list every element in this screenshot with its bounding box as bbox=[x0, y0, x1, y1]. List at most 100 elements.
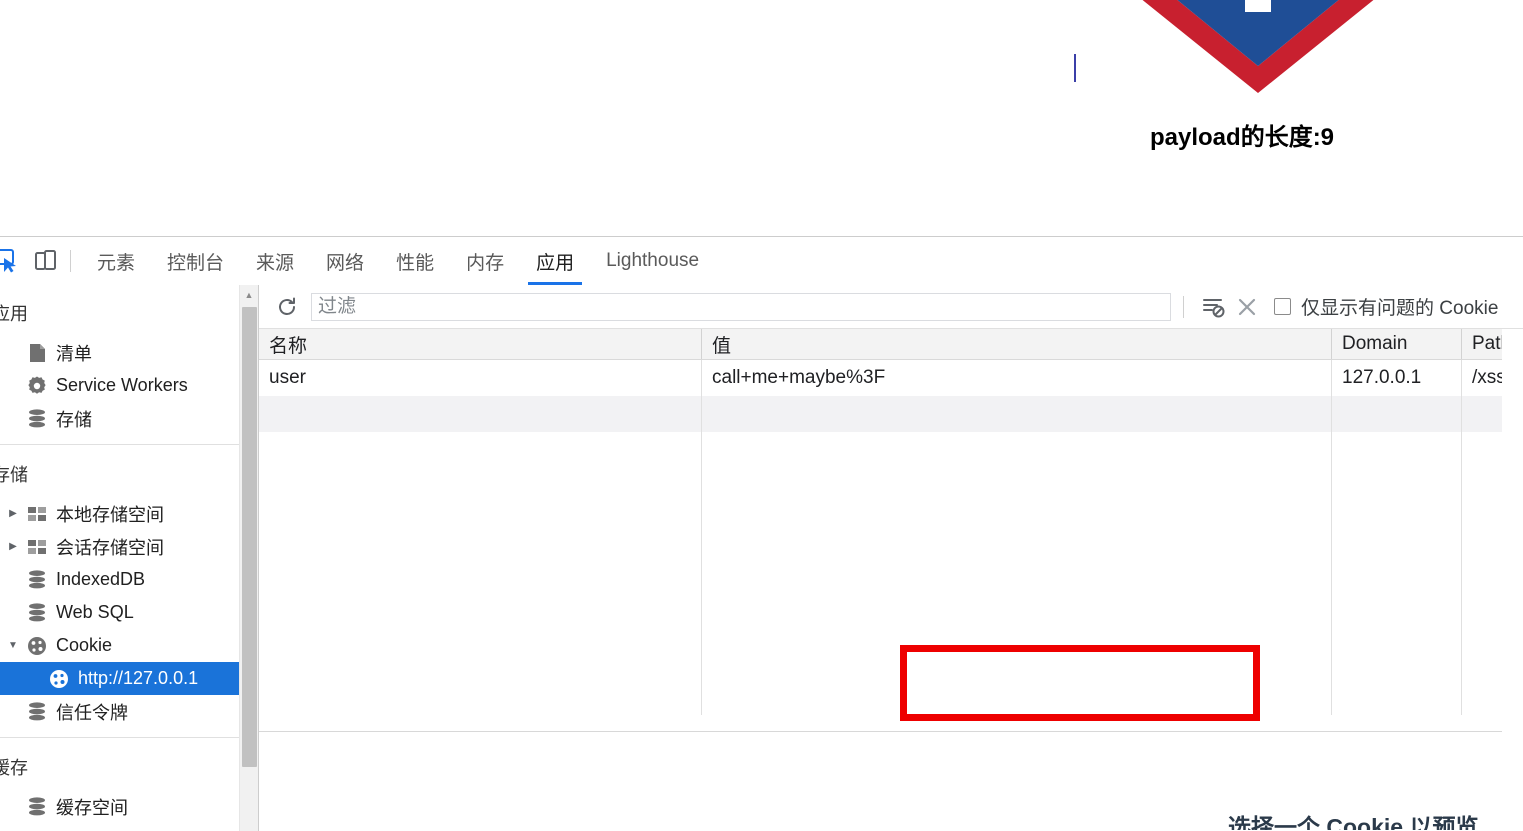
column-header-domain[interactable]: Domain bbox=[1332, 329, 1462, 359]
tab-label: 网络 bbox=[326, 252, 365, 274]
sidebar-item-cookie-origin[interactable]: http://127.0.0.1 bbox=[0, 662, 258, 695]
tab-label: 内存 bbox=[466, 252, 505, 274]
sidebar-group-application: 应用 清单 Service Workers 存储 bbox=[0, 296, 258, 444]
only-show-issues-checkbox[interactable]: 仅显示有问题的 Cookie bbox=[1274, 293, 1498, 320]
tab-memory[interactable]: 内存 bbox=[450, 238, 520, 285]
tab-network[interactable]: 网络 bbox=[310, 238, 380, 285]
cookies-panel: 仅显示有问题的 Cookie 名称 值 Domain Path user cal… bbox=[259, 285, 1523, 831]
column-header-name[interactable]: 名称 bbox=[259, 329, 702, 359]
sidebar-item-label: IndexedDB bbox=[56, 569, 146, 589]
sidebar-item-indexeddb[interactable]: IndexedDB bbox=[0, 563, 258, 596]
tab-sources[interactable]: 来源 bbox=[240, 238, 310, 285]
application-sidebar: 应用 清单 Service Workers 存储 存储 ▶ 本地存储空间 ▶ 会… bbox=[0, 285, 258, 831]
sidebar-item-label: 信任令牌 bbox=[56, 702, 128, 723]
cookie-icon bbox=[22, 636, 52, 656]
sidebar-item-web-sql[interactable]: Web SQL bbox=[0, 596, 258, 629]
tab-elements[interactable]: 元素 bbox=[81, 238, 151, 285]
sidebar-item-cookie[interactable]: ▼ Cookie bbox=[0, 629, 258, 662]
sidebar-section-title-application: 应用 bbox=[0, 304, 28, 324]
tab-application[interactable]: 应用 bbox=[520, 238, 590, 285]
sidebar-item-trust-tokens[interactable]: 信任令牌 bbox=[0, 695, 258, 728]
gear-icon bbox=[22, 376, 52, 396]
sidebar-item-session-storage[interactable]: ▶ 会话存储空间 bbox=[0, 530, 258, 563]
sidebar-item-label: http://127.0.0.1 bbox=[78, 668, 199, 688]
tab-console[interactable]: 控制台 bbox=[151, 238, 240, 285]
tab-label: 应用 bbox=[536, 252, 575, 274]
chevron-right-icon[interactable]: ▶ bbox=[4, 508, 22, 519]
sidebar-item-label: Service Workers bbox=[56, 375, 188, 395]
toolbar-divider bbox=[1183, 295, 1184, 318]
sidebar-item-label: 会话存储空间 bbox=[56, 537, 164, 558]
table-empty-row[interactable] bbox=[259, 396, 1502, 432]
sidebar-item-label: 清单 bbox=[56, 343, 92, 364]
device-toolbar-icon[interactable] bbox=[26, 242, 64, 280]
checkbox-box[interactable] bbox=[1274, 298, 1291, 315]
cell-empty bbox=[259, 396, 702, 432]
sidebar-item-label: 存储 bbox=[56, 409, 92, 430]
database-icon bbox=[22, 570, 52, 589]
sidebar-item-label: 本地存储空间 bbox=[56, 504, 164, 525]
devtools-body: 应用 清单 Service Workers 存储 存储 ▶ 本地存储空间 ▶ 会… bbox=[0, 285, 1523, 831]
cookies-toolbar: 仅显示有问题的 Cookie bbox=[259, 285, 1523, 329]
sidebar-item-local-storage[interactable]: ▶ 本地存储空间 bbox=[0, 497, 258, 530]
database-icon bbox=[22, 603, 52, 622]
sidebar-item-service-workers[interactable]: Service Workers bbox=[0, 369, 258, 402]
checkbox-label: 仅显示有问题的 Cookie bbox=[1301, 298, 1499, 319]
sidebar-item-label: Cookie bbox=[56, 635, 113, 655]
filter-input[interactable] bbox=[311, 292, 1171, 321]
tab-label: 性能 bbox=[396, 252, 435, 274]
sidebar-item-cache-storage[interactable]: 缓存空间 bbox=[0, 790, 258, 823]
cell-name[interactable]: user bbox=[259, 360, 702, 396]
shield-badge-logo bbox=[1072, 0, 1444, 93]
database-icon bbox=[22, 702, 52, 721]
cell-domain[interactable]: 127.0.0.1 bbox=[1332, 360, 1462, 396]
tab-lighthouse[interactable]: Lighthouse bbox=[590, 238, 715, 285]
sidebar-group-storage: 存储 ▶ 本地存储空间 ▶ 会话存储空间 IndexedDB Web SQL ▼… bbox=[0, 444, 258, 737]
chevron-right-icon[interactable]: ▶ bbox=[4, 541, 22, 552]
cookie-preview-caption: 选择一个 Cookie 以预览 bbox=[1228, 814, 1479, 830]
sidebar-section-title-cache: 缓存 bbox=[0, 758, 28, 778]
sidebar-item-label: Web SQL bbox=[56, 602, 134, 622]
column-header-path[interactable]: Path bbox=[1462, 329, 1502, 359]
scroll-up-arrow-icon[interactable]: ▲ bbox=[240, 285, 258, 304]
table-grid-icon bbox=[22, 506, 52, 522]
table-grid-icon bbox=[22, 539, 52, 555]
cell-path[interactable]: /xss bbox=[1462, 360, 1502, 396]
database-icon bbox=[22, 797, 52, 816]
text-cursor-caret bbox=[1074, 54, 1076, 82]
cell-value[interactable]: call+me+maybe%3F bbox=[702, 360, 1332, 396]
database-icon bbox=[22, 409, 52, 428]
tab-performance[interactable]: 性能 bbox=[380, 238, 450, 285]
sidebar-item-label: 缓存空间 bbox=[56, 797, 128, 818]
clear-filtered-cookies-icon[interactable] bbox=[1196, 292, 1230, 322]
cell-empty bbox=[702, 396, 1332, 432]
table-bottom-divider bbox=[259, 731, 1502, 732]
manifest-document-icon bbox=[22, 343, 52, 363]
toolbar-divider bbox=[70, 250, 71, 272]
refresh-icon[interactable] bbox=[273, 293, 301, 321]
tab-label: Lighthouse bbox=[606, 250, 700, 271]
cell-empty bbox=[1332, 396, 1462, 432]
devtools-tabbar: 元素 控制台 来源 网络 性能 内存 应用 Lighthouse bbox=[0, 237, 1523, 286]
close-x-icon[interactable] bbox=[1230, 292, 1264, 322]
table-row[interactable]: user call+me+maybe%3F 127.0.0.1 /xss bbox=[259, 360, 1502, 396]
tab-label: 控制台 bbox=[167, 252, 225, 274]
devtools-panel: 元素 控制台 来源 网络 性能 内存 应用 Lighthouse 应用 清单 S… bbox=[0, 236, 1523, 831]
sidebar-scrollbar[interactable]: ▲ bbox=[239, 285, 258, 831]
web-page-content: payload的长度:9 bbox=[0, 0, 1523, 236]
table-header-row: 名称 值 Domain Path bbox=[259, 329, 1502, 360]
chevron-down-icon[interactable]: ▼ bbox=[4, 640, 22, 651]
sidebar-item-manifest[interactable]: 清单 bbox=[0, 336, 258, 369]
sidebar-item-storage[interactable]: 存储 bbox=[0, 402, 258, 435]
cookies-table: 名称 值 Domain Path user call+me+maybe%3F 1… bbox=[259, 329, 1502, 831]
payload-length-text: payload的长度:9 bbox=[1150, 124, 1335, 151]
cookie-icon bbox=[22, 669, 74, 689]
sidebar-section-title-storage: 存储 bbox=[0, 465, 28, 485]
tab-label: 元素 bbox=[97, 252, 136, 274]
scrollbar-thumb[interactable] bbox=[242, 307, 257, 767]
inspect-element-icon[interactable] bbox=[0, 242, 26, 280]
cell-empty bbox=[1462, 396, 1502, 432]
sidebar-group-cache: 缓存 缓存空间 bbox=[0, 737, 258, 831]
column-header-value[interactable]: 值 bbox=[702, 329, 1332, 359]
tab-label: 来源 bbox=[256, 252, 295, 274]
